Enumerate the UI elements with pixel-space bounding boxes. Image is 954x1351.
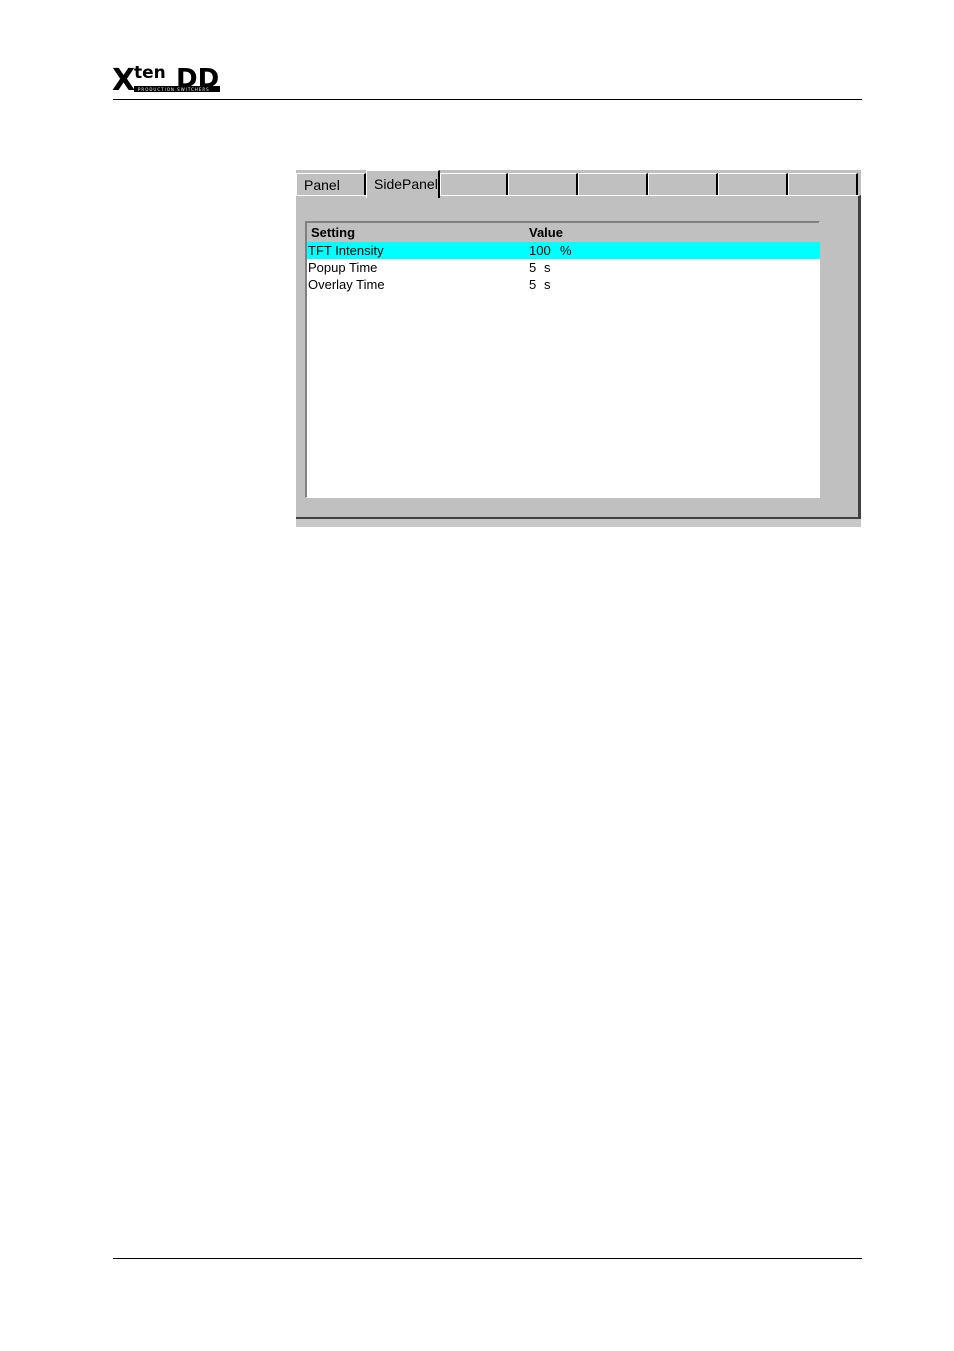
tab-strip: Panel SidePanel [296,170,861,198]
table-row[interactable]: Overlay Time 5 s [307,276,820,293]
column-header-value[interactable]: Value [529,223,563,242]
tab-blank-2[interactable] [508,173,578,195]
xten-dd-logo: X ten DD PRODUCTION SWITCHERS [112,63,220,96]
tab-panel[interactable]: Panel [296,173,366,195]
table-row[interactable]: Popup Time 5 s [307,259,820,276]
header-rule [113,99,862,100]
tab-blank-1[interactable] [440,173,508,195]
tab-blank-3[interactable] [578,173,648,195]
row-unit: s [544,260,551,275]
row-setting-label: TFT Intensity [308,243,384,258]
row-value: 100 [529,243,551,258]
settings-window: Panel SidePanel Setting Value TFT Intens… [296,170,861,527]
row-value: 5 [529,260,537,275]
table-row[interactable]: TFT Intensity 100 % [307,242,820,259]
row-setting-label: Overlay Time [308,277,385,292]
row-setting-label: Popup Time [308,260,378,275]
logo-x: X [112,63,135,96]
row-unit: % [560,243,572,258]
row-value: 5 [529,277,537,292]
tab-blank-5[interactable] [718,173,788,195]
tab-sidepanel[interactable]: SidePanel [366,170,440,198]
tab-blank-4[interactable] [648,173,718,195]
table-header: Setting Value [307,223,820,242]
logo-tagline: PRODUCTION SWITCHERS [138,87,210,92]
tab-blank-6[interactable] [788,173,858,195]
window-bottom-strip [296,519,861,527]
settings-table[interactable]: Setting Value TFT Intensity 100 % Popup … [305,221,820,498]
column-header-setting[interactable]: Setting [311,223,355,242]
footer-rule [113,1258,862,1259]
logo-ten: ten [134,63,166,83]
row-unit: s [544,277,551,292]
